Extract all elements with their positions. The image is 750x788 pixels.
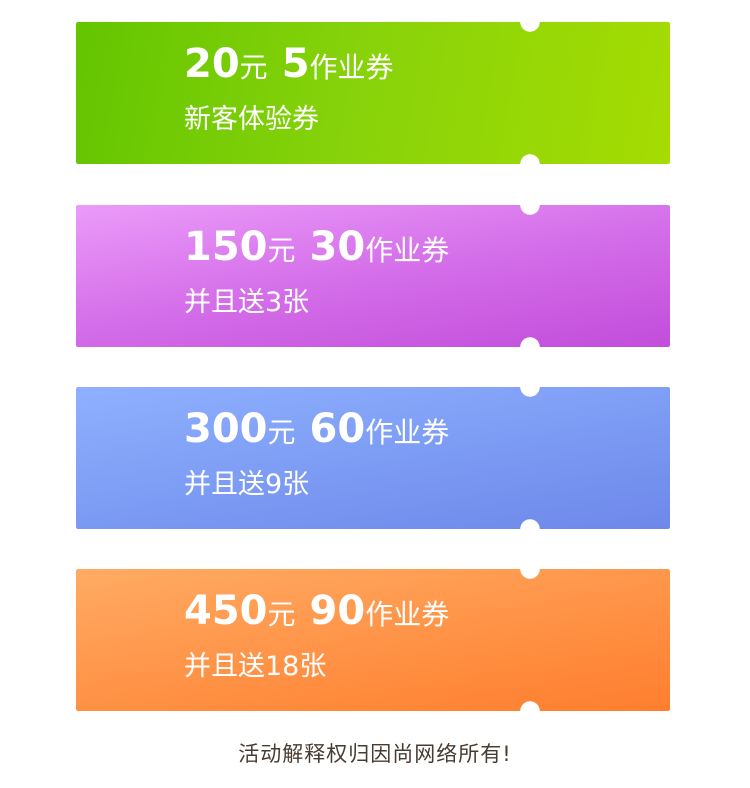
coupon-price-unit: 元 (267, 416, 296, 449)
coupon-count: 90 (309, 588, 366, 634)
coupon-count: 30 (309, 224, 366, 270)
coupon-title: 450元 90作业券 (184, 591, 449, 631)
coupon-subtitle: 并且送9张 (184, 469, 310, 500)
coupon-count: 5 (281, 41, 310, 87)
coupon-count-unit: 作业券 (365, 416, 450, 449)
coupon-price: 300 (184, 406, 268, 452)
coupon-price: 150 (184, 224, 268, 270)
footer-disclaimer: 活动解释权归因尚网络所有! (238, 742, 512, 766)
coupon-price: 450 (184, 588, 268, 634)
coupon-count: 60 (309, 406, 366, 452)
coupon-price-unit: 元 (267, 598, 296, 631)
coupon-price: 20 (184, 41, 240, 87)
coupon-subtitle: 并且送3张 (184, 287, 310, 318)
coupon-price-unit: 元 (239, 51, 268, 84)
coupon-20-yuan[interactable]: 20元 5作业券 新客体验券 (76, 22, 670, 164)
coupon-title: 20元 5作业券 (184, 44, 394, 84)
coupon-title: 300元 60作业券 (184, 409, 449, 449)
coupon-count-unit: 作业券 (309, 51, 394, 84)
coupon-150-yuan[interactable]: 150元 30作业券 并且送3张 (76, 205, 670, 347)
coupon-price-unit: 元 (267, 234, 296, 267)
coupon-subtitle: 并且送18张 (184, 651, 327, 682)
coupon-300-yuan[interactable]: 300元 60作业券 并且送9张 (76, 387, 670, 529)
coupon-450-yuan[interactable]: 450元 90作业券 并且送18张 (76, 569, 670, 711)
coupon-subtitle: 新客体验券 (184, 104, 319, 135)
coupon-count-unit: 作业券 (365, 234, 450, 267)
coupon-count-unit: 作业券 (365, 598, 450, 631)
coupon-title: 150元 30作业券 (184, 227, 449, 267)
